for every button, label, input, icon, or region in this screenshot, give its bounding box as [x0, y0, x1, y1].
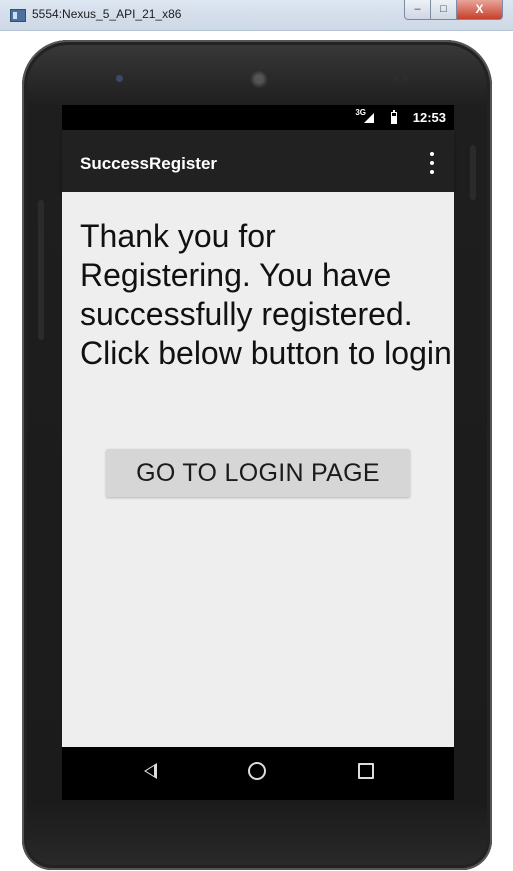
volume-key[interactable] — [38, 200, 44, 340]
app-title: SuccessRegister — [80, 154, 218, 173]
phone-screen: 3G 12:53 SuccessRegister Thank you for R… — [62, 105, 454, 800]
home-icon[interactable] — [248, 762, 266, 780]
status-time: 12:53 — [412, 110, 446, 125]
signal-icon — [364, 113, 374, 123]
emulator-window-title: 5554:Nexus_5_API_21_x86 — [32, 7, 182, 21]
overflow-menu-icon[interactable] — [422, 152, 442, 174]
menu-dot — [430, 170, 434, 174]
status-bar: 3G 12:53 — [62, 105, 454, 130]
emulator-app-icon — [10, 9, 26, 22]
main-content: Thank you for Registering. You have succ… — [62, 192, 454, 747]
emulator-title-bar[interactable]: 5554:Nexus_5_API_21_x86 – □ X — [0, 0, 513, 31]
front-camera-icon — [116, 75, 123, 82]
power-key[interactable] — [470, 145, 476, 200]
success-message: Thank you for Registering. You have succ… — [80, 218, 452, 371]
window-controls: – □ X — [404, 0, 503, 22]
earpiece-speaker-icon — [250, 70, 268, 88]
recents-icon[interactable] — [358, 763, 374, 779]
battery-icon — [391, 110, 397, 124]
sensor-icon — [393, 76, 398, 81]
app-bar: SuccessRegister — [62, 130, 454, 192]
maximize-button[interactable]: □ — [431, 0, 457, 20]
minimize-button[interactable]: – — [404, 0, 431, 20]
navigation-bar — [62, 747, 454, 800]
menu-dot — [430, 161, 434, 165]
sensor-icon — [403, 76, 408, 81]
menu-dot — [430, 152, 434, 156]
go-to-login-button[interactable]: GO TO LOGIN PAGE — [106, 449, 410, 497]
back-icon[interactable] — [144, 763, 157, 779]
close-button[interactable]: X — [457, 0, 503, 20]
